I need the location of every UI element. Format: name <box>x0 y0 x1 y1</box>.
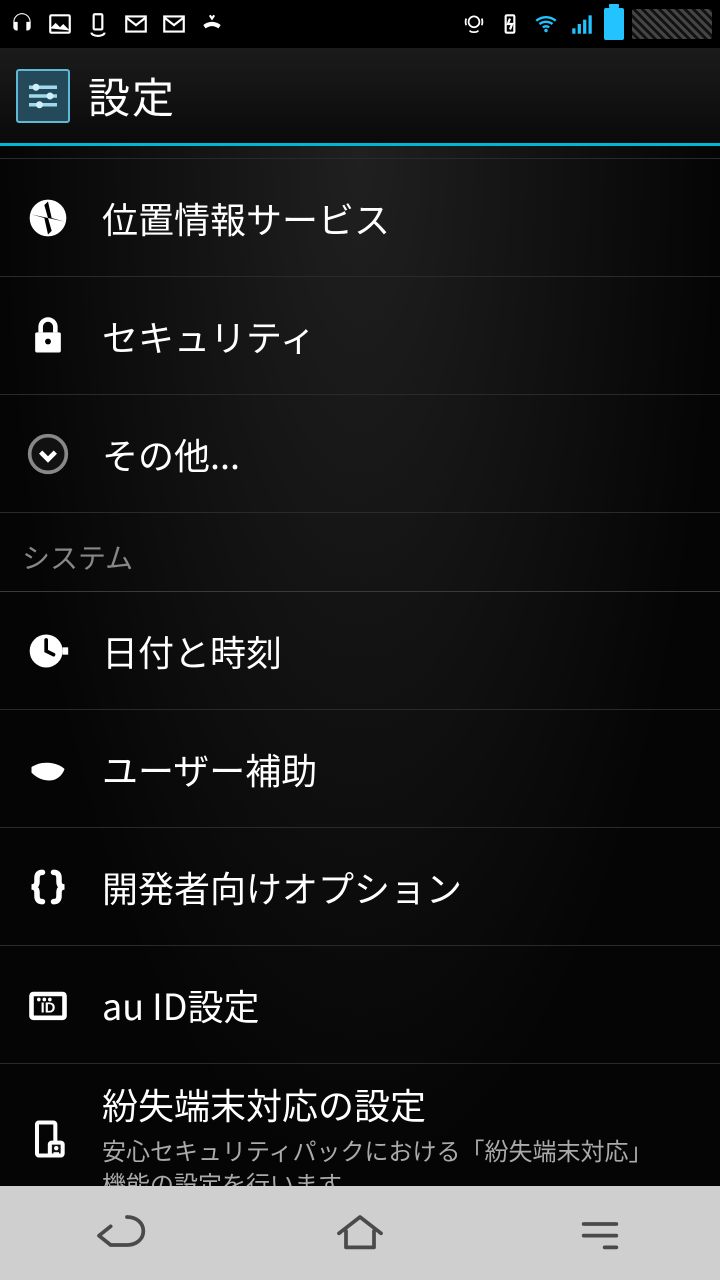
item-label: 紛失端末対応の設定 <box>102 1078 662 1130</box>
status-bar <box>0 0 720 48</box>
item-label: 開発者向けオプション <box>102 861 462 913</box>
svg-text:ID: ID <box>41 1000 56 1016</box>
signal-icon <box>568 10 596 38</box>
recent-apps-button[interactable] <box>572 1203 628 1264</box>
braces-icon <box>20 865 76 909</box>
list-item[interactable]: 位置情報サービス <box>0 159 720 277</box>
battery-portrait-icon <box>496 10 524 38</box>
status-bar-right <box>460 8 712 40</box>
item-label: その他... <box>102 428 240 480</box>
list-item[interactable]: ID au ID設定 <box>0 946 720 1064</box>
id-card-icon: ID <box>20 983 76 1027</box>
item-subtitle: 安心セキュリティパックにおける「紛失端末対応」機能の設定を行います <box>102 1134 662 1186</box>
compass-icon <box>20 196 76 240</box>
list-item[interactable]: ユーザー補助 <box>0 710 720 828</box>
list-item[interactable]: 日付と時刻 <box>0 592 720 710</box>
home-button[interactable] <box>332 1203 388 1264</box>
page-title: 設定 <box>88 65 176 126</box>
status-bar-left <box>8 10 226 38</box>
lost-phone-icon <box>20 1117 76 1161</box>
item-label: 位置情報サービス <box>102 192 390 244</box>
settings-list: アカウントと同期 位置情報サービス セキュリティ その他... システム <box>0 146 720 1186</box>
item-label: ユーザー補助 <box>102 743 317 795</box>
app-bar: 設定 <box>0 48 720 146</box>
picture-icon <box>46 10 74 38</box>
clock-obscured <box>632 9 712 39</box>
hand-icon <box>20 747 76 791</box>
battery-full-icon <box>604 8 624 40</box>
more-circle-icon <box>20 432 76 476</box>
list-item[interactable]: アカウントと同期 <box>0 146 720 159</box>
lock-icon <box>20 314 76 358</box>
silent-vibrate-icon <box>460 10 488 38</box>
mail-icon <box>122 10 150 38</box>
headphones-icon <box>8 10 36 38</box>
list-item[interactable]: セキュリティ <box>0 277 720 395</box>
item-label: アカウントと同期 <box>102 146 390 148</box>
wifi-icon <box>532 10 560 38</box>
list-item[interactable]: その他... <box>0 395 720 513</box>
clock-icon <box>20 629 76 673</box>
item-label: セキュリティ <box>102 310 316 362</box>
mail-icon <box>160 10 188 38</box>
back-button[interactable] <box>92 1203 148 1264</box>
item-label: au ID設定 <box>102 979 260 1031</box>
settings-content[interactable]: アカウントと同期 位置情報サービス セキュリティ その他... システム <box>0 146 720 1186</box>
list-item[interactable]: 開発者向けオプション <box>0 828 720 946</box>
missed-call-icon <box>198 10 226 38</box>
section-header-system: システム <box>0 513 720 592</box>
list-item[interactable]: 紛失端末対応の設定 安心セキュリティパックにおける「紛失端末対応」機能の設定を行… <box>0 1064 720 1186</box>
item-label: 日付と時刻 <box>102 625 282 677</box>
phone-sync-icon <box>84 10 112 38</box>
navigation-bar <box>0 1186 720 1280</box>
settings-app-icon <box>16 69 70 123</box>
